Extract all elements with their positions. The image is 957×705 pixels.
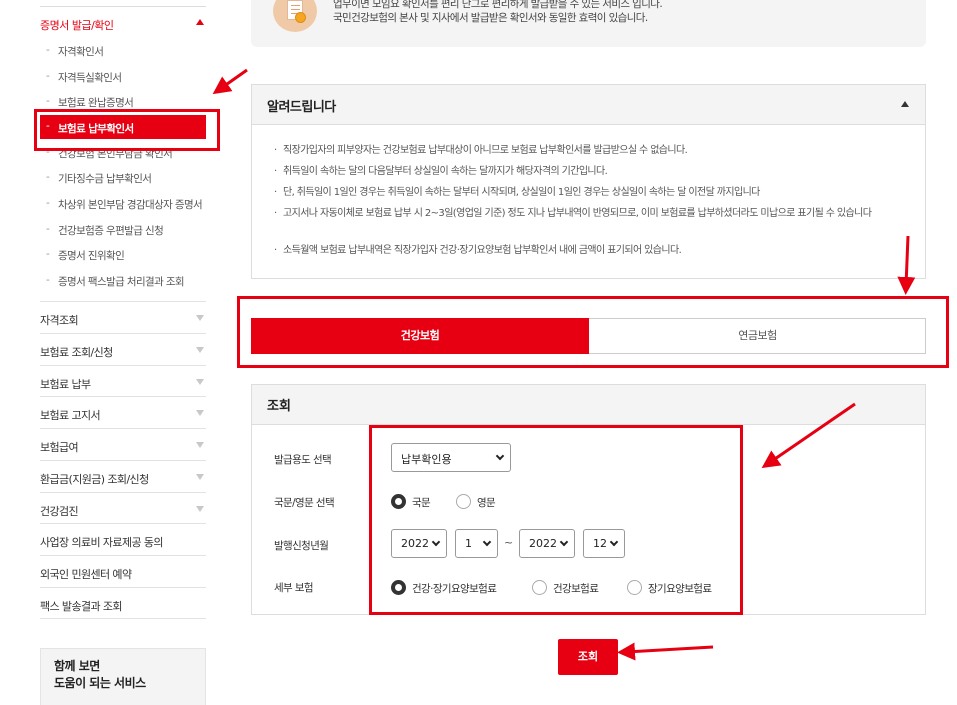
sidebar-sub-item[interactable]: - 증명서 진위확인 [40,243,206,265]
related-services-subtitle: 도움이 되는 서비스 [54,676,146,690]
language-label: 국문/영문 선택 [274,497,335,509]
tab-pension-insurance[interactable]: 연금보험 [589,318,926,354]
search-header: 조회 [252,385,925,425]
notice-title: 알려드립니다 [267,100,336,115]
expand-down-icon [196,506,204,512]
sidebar-menu-item[interactable]: 외국인 민원센터 예약 [40,555,206,587]
search-title: 조회 [267,399,291,414]
related-services-box: 함께 보면 도움이 되는 서비스 [40,648,206,705]
sidebar-sub-item[interactable]: - 자격확인서 [40,39,206,61]
sidebar-menu-item[interactable]: 보험료 납부 [40,365,206,397]
expand-down-icon [196,347,204,353]
chevron-down-icon [431,537,441,547]
sidebar-menu-item[interactable]: 건강검진 [40,492,206,524]
arrow-to-sidebar-item [212,68,248,95]
sidebar-sub-item-active[interactable]: - 보험료 납부확인서 [40,115,206,139]
expand-down-icon [196,442,204,448]
search-submit-button[interactable]: 조회 [558,639,618,675]
service-intro-line2: 국민건강보험의 본사 및 지사에서 발급받은 확인서와 동일한 효력이 있습니다… [333,12,648,24]
sidebar-menu-item[interactable]: 환급금(지원금) 조회/신청 [40,460,206,492]
expand-down-icon [196,315,204,321]
expand-down-icon [196,474,204,480]
tab-health-insurance[interactable]: 건강보험 [251,318,589,354]
purpose-select[interactable]: 납부확인용 [391,443,511,472]
radio-selected-icon [391,580,406,595]
sidebar-sub-item[interactable]: - 보험료 완납증명서 [40,90,206,112]
expand-down-icon [196,410,204,416]
sidebar-section-title: 증명서 발급/확인 [40,19,114,32]
sidebar-menu-item[interactable]: 보험료 조회/신청 [40,333,206,365]
sidebar-section-certificates[interactable]: 증명서 발급/확인 [40,6,206,40]
period-separator: ~ [504,536,514,549]
service-intro-box: 업무이면 모임요 확인서를 편리 단그로 편리하게 발급받을 수 있는 서비스 … [251,0,926,47]
expand-down-icon [196,379,204,385]
search-panel: 조회 발급용도 선택 납부확인용 국문/영문 선택 국문 영문 발행신청년월 2… [251,384,926,615]
chevron-down-icon [559,537,569,547]
sidebar-sub-item[interactable]: - 증명서 팩스발급 처리결과 조회 [40,269,206,291]
sidebar-sub-item[interactable]: - 건강보험증 우편발급 신청 [40,218,206,240]
arrow-to-search-button [617,642,714,661]
sidebar-sub-item[interactable]: - 차상위 본인부담 경감대상자 증명서 [40,192,206,214]
radio-unselected-icon [627,580,642,595]
certificate-document-icon [273,0,317,32]
from-month-select[interactable]: 1 [455,529,498,558]
sidebar-sub-item[interactable]: - 기타징수금 납부확인서 [40,166,206,188]
purpose-label: 발급용도 선택 [274,454,332,466]
chevron-down-icon [609,537,619,547]
collapse-up-icon[interactable] [901,101,909,107]
period-label: 발행신청년월 [274,540,329,552]
from-year-select[interactable]: 2022 [391,529,447,558]
notice-panel: 알려드립니다 · 직장가입자의 피부양자는 건강보험료 납부대상이 아니므로 보험… [251,84,926,279]
notice-header[interactable]: 알려드립니다 [252,85,925,125]
to-month-select[interactable]: 12 [583,529,625,558]
detail-insurance-label: 세부 보험 [274,582,314,594]
radio-selected-icon [391,494,406,509]
chevron-down-icon [495,451,505,461]
sidebar-menu-item[interactable]: 보험료 고지서 [40,396,206,428]
to-year-select[interactable]: 2022 [519,529,575,558]
sidebar-sub-item[interactable]: - 건강보험 본인부담금 확인서 [40,141,206,163]
chevron-down-icon [482,537,492,547]
collapse-up-icon[interactable] [196,19,204,25]
radio-unselected-icon [532,580,547,595]
sidebar-menu-item[interactable]: 자격조회 [40,301,206,333]
sidebar-menu-item[interactable]: 보험급여 [40,428,206,460]
radio-unselected-icon [456,494,471,509]
insurance-type-tabs: 건강보험 연금보험 [251,318,926,354]
related-services-title: 함께 보면 [54,659,100,673]
sidebar-menu-item[interactable]: 팩스 발송결과 조회 [40,587,206,619]
sidebar-menu-item[interactable]: 사업장 의료비 자료제공 동의 [40,523,206,555]
sidebar-sub-item[interactable]: - 자격득실확인서 [40,65,206,87]
